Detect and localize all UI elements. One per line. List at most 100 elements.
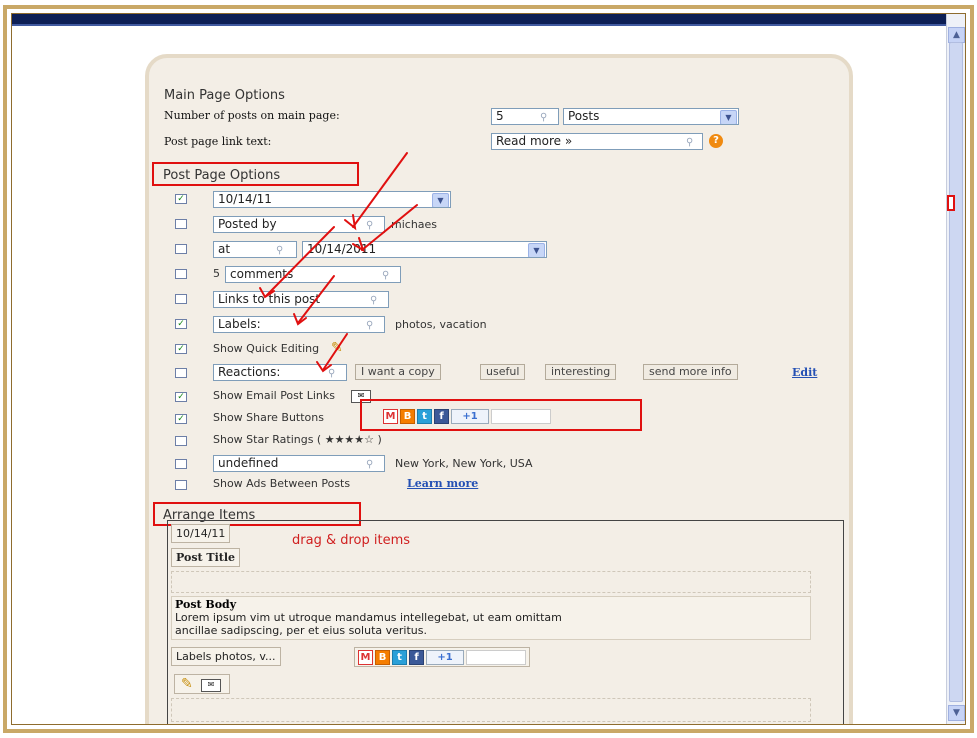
dropdown-icon: ▼	[432, 193, 449, 207]
comments-input[interactable]: comments ⚲	[225, 266, 401, 283]
scrollbar-thumb[interactable]	[949, 42, 963, 702]
reaction-button-interesting[interactable]: interesting	[545, 364, 617, 380]
date-format-select[interactable]: 10/14/11 ▼	[213, 191, 451, 208]
comments-count: 5	[213, 267, 220, 280]
ads-checkbox[interactable]	[175, 480, 187, 490]
scroll-down-button[interactable]: ▼	[948, 705, 965, 721]
labels-list: photos, vacation	[395, 318, 487, 331]
links-checkbox[interactable]	[175, 294, 187, 304]
comments-checkbox[interactable]	[175, 269, 187, 279]
ads-label: Show Ads Between Posts	[213, 477, 351, 490]
comments-value: comments	[230, 267, 294, 281]
plusone-icon[interactable]: +1	[451, 408, 489, 424]
reactions-value: Reactions:	[218, 365, 281, 379]
mic-icon: ⚲	[540, 112, 548, 123]
vertical-scrollbar[interactable]: ▲ ▼	[946, 14, 965, 724]
browser-viewport: ▲ ▼ Main Page Options Number of posts on…	[11, 13, 966, 725]
post-title-item[interactable]: Post Title	[171, 548, 241, 567]
top-navbar	[12, 14, 965, 26]
reaction-button-copy[interactable]: I want a copy	[355, 364, 441, 380]
gmail-icon[interactable]: M	[383, 408, 398, 424]
quick-edit-checkbox[interactable]: ✓	[175, 344, 187, 354]
pencil-icon: ✎	[181, 676, 193, 692]
post-body-item[interactable]: Post Body Lorem ipsum vim ut utroque man…	[171, 596, 811, 640]
main-page-options-heading: Main Page Options	[164, 88, 285, 103]
posted-by-value: Posted by	[218, 217, 277, 231]
arrange-items-area: 10/14/11 drag & drop items Post Title Po…	[167, 520, 844, 724]
edit-reactions-link[interactable]: Edit	[792, 366, 817, 379]
post-body-text-1: Lorem ipsum vim ut utroque mandamus inte…	[175, 611, 562, 624]
date-format-value: 10/14/11	[218, 192, 272, 206]
location-text: New York, New York, USA	[395, 457, 533, 470]
quick-edit-label: Show Quick Editing	[213, 342, 320, 355]
star-checkbox[interactable]	[175, 436, 187, 446]
location-value: undefined	[218, 456, 279, 470]
posted-by-input[interactable]: Posted by ⚲	[213, 216, 385, 233]
reactions-checkbox[interactable]	[175, 368, 187, 378]
mic-icon: ⚲	[686, 137, 694, 148]
email-checkbox[interactable]: ✓	[175, 392, 187, 402]
num-posts-input[interactable]: 5 ⚲	[491, 108, 559, 125]
labels-value: Labels:	[218, 317, 261, 331]
posts-unit-select[interactable]: Posts ▼	[563, 108, 739, 125]
at-value: at	[218, 242, 231, 256]
date-checkbox[interactable]: ✓	[175, 194, 187, 204]
email-icon: ✉	[201, 679, 221, 692]
star-ratings-label: Show Star Ratings ( ★★★★☆ )	[213, 433, 382, 446]
num-posts-label: Number of posts on main page:	[164, 109, 340, 122]
edit-tools-item[interactable]: ✎ ✉	[174, 674, 230, 694]
drop-zone-bottom[interactable]	[171, 698, 811, 722]
posts-unit-value: Posts	[568, 109, 600, 123]
learn-more-link[interactable]: Learn more	[407, 477, 478, 490]
help-icon[interactable]: ?	[709, 134, 723, 148]
dropdown-icon: ▼	[720, 110, 737, 124]
date-item[interactable]: 10/14/11	[171, 524, 231, 543]
post-body-title: Post Body	[175, 598, 237, 611]
num-posts-value: 5	[496, 109, 504, 123]
email-label: Show Email Post Links	[213, 389, 335, 402]
reaction-button-useful[interactable]: useful	[480, 364, 526, 380]
mic-icon: ⚲	[382, 270, 390, 281]
mic-icon: ⚲	[366, 220, 374, 231]
drag-drop-hint: drag & drop items	[292, 533, 411, 548]
location-checkbox[interactable]	[175, 459, 187, 469]
reaction-button-send-info[interactable]: send more info	[643, 364, 738, 380]
links-value: Links to this post	[218, 292, 321, 306]
labels-input[interactable]: Labels: ⚲	[213, 316, 385, 333]
plusone-count	[491, 408, 551, 424]
post-page-options-heading: Post Page Options	[163, 168, 281, 183]
pencil-icon: ✎	[331, 340, 343, 356]
blogger-icon[interactable]: B	[400, 408, 415, 424]
links-input[interactable]: Links to this post ⚲	[213, 291, 389, 308]
mic-icon: ⚲	[328, 368, 336, 379]
facebook-icon[interactable]: f	[434, 408, 449, 424]
screenshot-frame: ▲ ▼ Main Page Options Number of posts on…	[3, 5, 974, 733]
at-checkbox[interactable]	[175, 244, 187, 254]
labels-row	[171, 649, 811, 671]
mic-icon: ⚲	[370, 295, 378, 306]
posted-by-checkbox[interactable]	[175, 219, 187, 229]
share-buttons: M B t f +1	[383, 408, 551, 424]
at-input[interactable]: at ⚲	[213, 241, 297, 258]
mic-icon: ⚲	[366, 320, 374, 331]
reactions-input[interactable]: Reactions: ⚲	[213, 364, 347, 381]
time-format-value: 10/14/2011	[307, 242, 377, 256]
dropdown-icon: ▼	[528, 243, 545, 257]
scroll-position-marker	[947, 195, 955, 211]
link-text-value: Read more »	[496, 134, 573, 148]
location-input[interactable]: undefined ⚲	[213, 455, 385, 472]
settings-panel: Main Page Options Number of posts on mai…	[145, 54, 853, 724]
arrow-links	[265, 226, 335, 297]
labels-checkbox[interactable]: ✓	[175, 319, 187, 329]
drop-zone[interactable]	[171, 571, 811, 593]
share-label: Show Share Buttons	[213, 411, 324, 424]
share-checkbox[interactable]: ✓	[175, 414, 187, 424]
mic-icon: ⚲	[276, 245, 284, 256]
mic-icon: ⚲	[366, 459, 374, 470]
link-text-input[interactable]: Read more » ⚲	[491, 133, 703, 150]
scroll-up-button[interactable]: ▲	[948, 27, 965, 43]
link-text-label: Post page link text:	[164, 135, 272, 148]
post-body-text-2: ancillae sadipscing, per et eius soluta …	[175, 624, 427, 637]
time-format-select[interactable]: 10/14/2011 ▼	[302, 241, 547, 258]
twitter-icon[interactable]: t	[417, 408, 432, 424]
